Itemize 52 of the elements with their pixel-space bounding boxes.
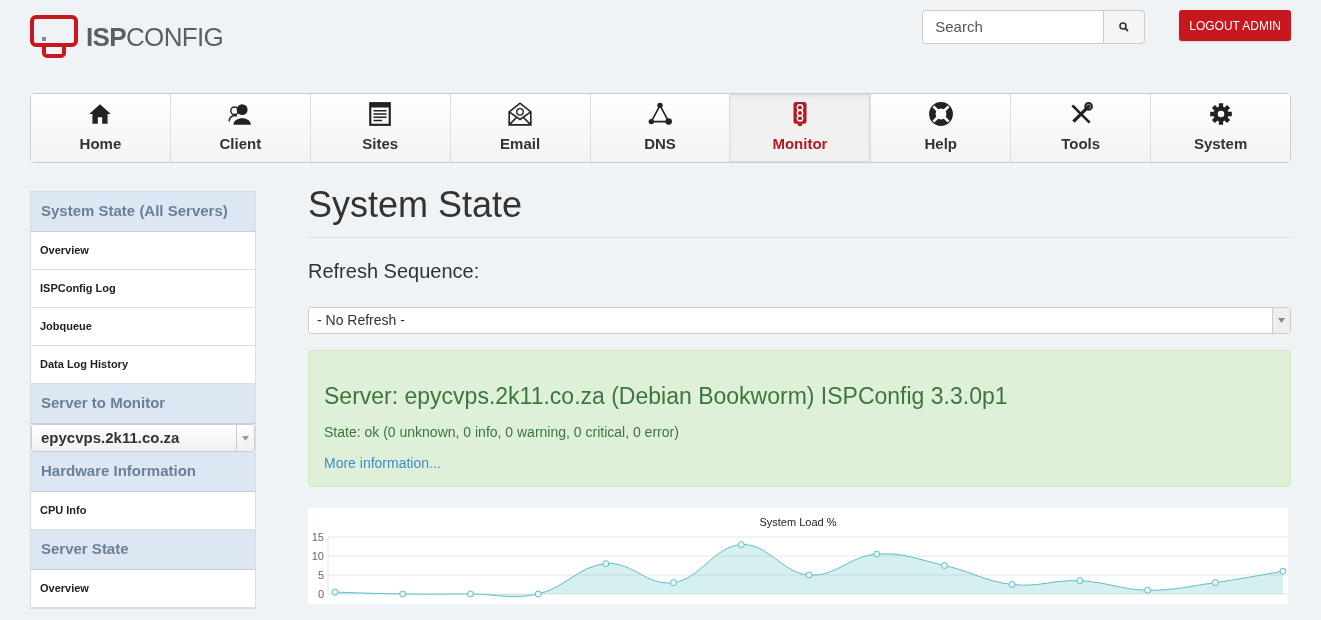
search-field[interactable]: Search [922,10,1105,44]
settings-icon [1207,100,1234,127]
nav-tab[interactable]: Tools [1010,94,1151,162]
state-text: State: ok (0 unknown, 0 info, 0 warning, 0 critical, 0 error) [324,422,680,442]
nav-tab[interactable]: Home [31,94,170,162]
caret-icon [242,435,249,441]
data-point [670,579,678,587]
search-button[interactable] [1104,10,1146,44]
data-point [940,562,948,569]
data-point [602,560,610,568]
lifebuoy-icon [927,100,954,127]
page-title: System State [308,183,1291,238]
data-point [1008,581,1016,588]
nav-tab[interactable]: System [1150,94,1290,162]
server-select[interactable]: epycvps.2k11.co.za [31,424,255,452]
document-icon [367,100,394,127]
data-point [805,571,813,579]
data-point [1211,579,1219,587]
nav-tab[interactable]: Email [449,94,590,162]
axis-tick-label: 0 [317,588,324,600]
search-icon [1119,22,1130,32]
data-point [873,550,881,558]
data-point [399,590,407,598]
sidebar-heading: Hardware Information [31,452,255,492]
sidebar-heading: System State (All Servers) [31,192,255,232]
nav-tab[interactable]: Client [169,94,310,162]
logout-button[interactable]: LOGOUT ADMIN [1179,10,1291,41]
data-point [737,541,745,549]
refresh-select[interactable]: - No Refresh - [308,307,1291,334]
data-point [1279,567,1287,575]
section-heading: Refresh Sequence: [308,256,1291,293]
data-point [534,590,542,598]
sidebar-heading: Server to Monitor [31,384,255,424]
data-point [331,588,339,596]
nav-tab[interactable]: Sites [309,94,450,162]
chart-title: System Load % [759,516,837,528]
caret-icon [1278,318,1285,323]
data-point [1144,586,1152,594]
logo-text: ISPCONFIG [86,20,224,54]
nav-tab[interactable]: Monitor [729,94,871,162]
axis-tick-label: 15 [311,531,324,543]
axis-tick-label: 5 [317,569,324,581]
nav-tab[interactable]: Help [870,94,1011,162]
axis-tick-label: 10 [311,550,324,562]
nav-tab[interactable]: DNS [589,94,730,162]
data-point [466,590,474,598]
logo-icon [30,15,78,59]
envelope-icon [507,100,534,127]
data-point [1076,577,1084,585]
network-icon [647,100,673,127]
sidebar-heading: Server State [31,530,255,570]
server-title: Server: epycvps.2k11.co.za (Debian Bookworm) ISPConfig 3.3.0p1 [324,382,1009,411]
